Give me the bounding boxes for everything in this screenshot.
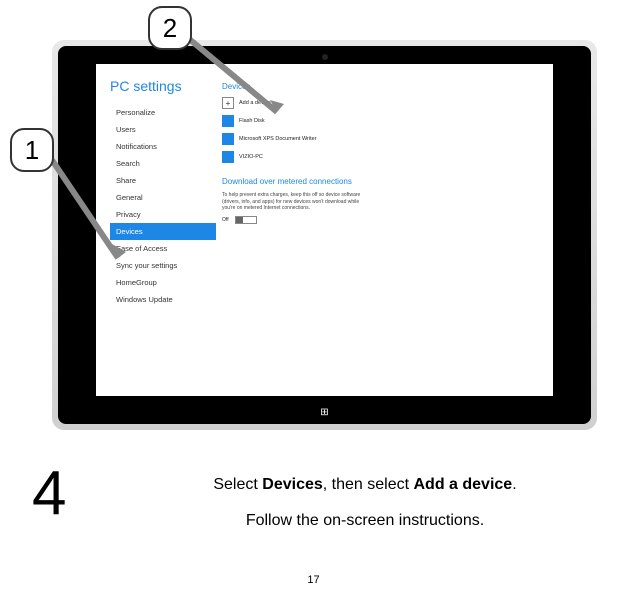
windows-button-icon: ⊞ bbox=[320, 407, 328, 418]
add-device-label: Add a device bbox=[239, 100, 271, 106]
device-row[interactable]: Microsoft XPS Document Writer bbox=[222, 133, 543, 145]
add-device-row[interactable]: + Add a device bbox=[222, 97, 543, 109]
device-label: Flash Disk bbox=[239, 118, 265, 124]
nav-item-notifications[interactable]: Notifications bbox=[110, 138, 216, 155]
nav-item-personalize[interactable]: Personalize bbox=[110, 104, 216, 121]
section-metered-title: Download over metered connections bbox=[222, 177, 543, 186]
metered-toggle-row[interactable]: Off bbox=[222, 216, 543, 224]
nav-item-devices[interactable]: Devices bbox=[110, 223, 216, 240]
nav-item-homegroup[interactable]: HomeGroup bbox=[110, 274, 216, 291]
screen: PC settings PersonalizeUsersNotification… bbox=[96, 64, 553, 396]
device-icon bbox=[222, 133, 234, 145]
nav-item-windows-update[interactable]: Windows Update bbox=[110, 291, 216, 308]
section-devices-title: Devices bbox=[222, 82, 543, 91]
callout-1-label: 1 bbox=[25, 135, 39, 166]
nav-item-users[interactable]: Users bbox=[110, 121, 216, 138]
device-label: Microsoft XPS Document Writer bbox=[239, 136, 317, 142]
step-number: 4 bbox=[32, 458, 66, 529]
device-row[interactable]: VIZIO-PC bbox=[222, 151, 543, 163]
camera-dot bbox=[322, 54, 328, 60]
device-icon bbox=[222, 115, 234, 127]
toggle-switch[interactable] bbox=[235, 216, 257, 224]
instruction-line-2: Follow the on-screen instructions. bbox=[150, 510, 580, 532]
settings-nav: PersonalizeUsersNotificationsSearchShare… bbox=[110, 104, 216, 308]
nav-item-ease-of-access[interactable]: Ease of Access bbox=[110, 240, 216, 257]
metered-help-text: To help prevent extra charges, keep this… bbox=[222, 192, 372, 212]
plus-icon: + bbox=[222, 97, 234, 109]
pc-settings-title: PC settings bbox=[110, 78, 216, 94]
step-instructions: Select Devices, then select Add a device… bbox=[150, 474, 580, 533]
nav-item-general[interactable]: General bbox=[110, 189, 216, 206]
device-row[interactable]: Flash Disk bbox=[222, 115, 543, 127]
toggle-label: Off bbox=[222, 217, 229, 223]
tablet-frame: PC settings PersonalizeUsersNotification… bbox=[52, 40, 597, 430]
page-number: 17 bbox=[307, 574, 319, 586]
nav-item-share[interactable]: Share bbox=[110, 172, 216, 189]
nav-item-search[interactable]: Search bbox=[110, 155, 216, 172]
callout-2: 2 bbox=[148, 6, 192, 50]
tablet-bezel: PC settings PersonalizeUsersNotification… bbox=[58, 46, 591, 424]
device-list: Flash Disk Microsoft XPS Document Writer V… bbox=[222, 115, 543, 163]
nav-item-privacy[interactable]: Privacy bbox=[110, 206, 216, 223]
nav-item-sync-your-settings[interactable]: Sync your settings bbox=[110, 257, 216, 274]
callout-2-label: 2 bbox=[163, 13, 177, 44]
device-icon bbox=[222, 151, 234, 163]
settings-sidebar: PC settings PersonalizeUsersNotification… bbox=[96, 64, 216, 396]
callout-1: 1 bbox=[10, 128, 54, 172]
device-label: VIZIO-PC bbox=[239, 154, 263, 160]
instruction-line-1: Select Devices, then select Add a device… bbox=[150, 474, 580, 496]
settings-content: Devices + Add a device Flash Disk Microso… bbox=[216, 64, 553, 396]
